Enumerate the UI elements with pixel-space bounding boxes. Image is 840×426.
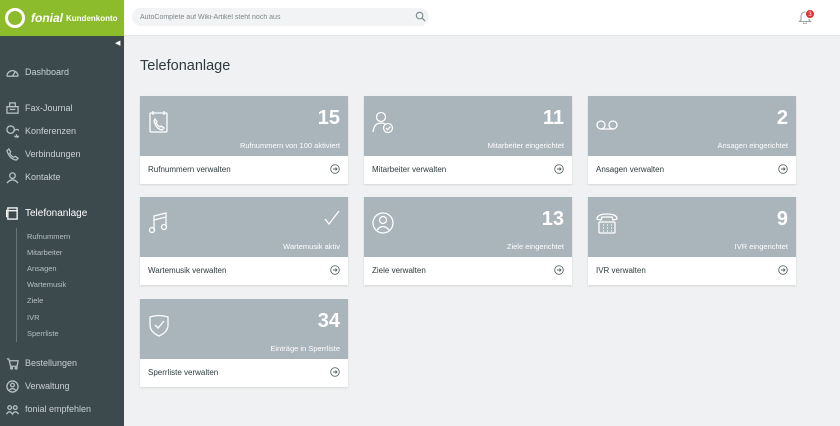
rufnummern-verwalten-link[interactable]: Rufnummern verwalten xyxy=(148,165,231,174)
ziele-verwalten-link[interactable]: Ziele verwalten xyxy=(372,266,426,275)
search-icon[interactable] xyxy=(415,11,426,22)
subnav-item-rufnummern[interactable]: Rufnummern xyxy=(27,232,70,241)
arrow-circle-right-icon[interactable] xyxy=(330,367,340,377)
sidebar-item-verbindungen[interactable]: Verbindungen xyxy=(0,144,124,164)
card-description: Rufnummern von 100 aktiviert xyxy=(239,141,340,150)
card-header: 34 Einträge in Sperrliste xyxy=(140,299,348,359)
subnav-item-ziele[interactable]: Ziele xyxy=(27,296,43,305)
sidebar-item-label: Fax-Journal xyxy=(25,103,73,113)
sidebar-item-label: Bestellungen xyxy=(25,358,78,368)
sidebar-item-konferenzen[interactable]: Konferenzen xyxy=(0,121,124,141)
arrow-circle-right-icon[interactable] xyxy=(554,164,564,174)
fax-icon xyxy=(6,101,19,115)
sperrliste-verwalten-link[interactable]: Sperrliste verwalten xyxy=(148,368,218,377)
logo[interactable]: fonial Kundenkonto xyxy=(0,0,124,36)
sidebar-item-label: Verwaltung xyxy=(25,381,70,391)
dashboard-gauge-icon xyxy=(6,66,19,79)
card-count: 2 xyxy=(776,107,788,129)
subnav-item-ansagen[interactable]: Ansagen xyxy=(27,264,57,273)
sidebar-item-label: Dashboard xyxy=(25,67,70,77)
card-ivr: 9 IVR eingerichtet IVR verwalten xyxy=(588,197,796,285)
sidebar-item-kontakte[interactable]: Kontakte xyxy=(0,167,124,187)
arrow-circle-right-icon[interactable] xyxy=(778,164,788,174)
subnav-item-mitarbeiter[interactable]: Mitarbeiter xyxy=(27,248,62,257)
card-description: Mitarbeiter eingerichtet xyxy=(487,141,564,150)
user-circle-icon xyxy=(6,379,19,393)
card-header: 15 Rufnummern von 100 aktiviert xyxy=(140,96,348,156)
music-note-icon xyxy=(148,211,170,235)
card-header: 11 Mitarbeiter eingerichtet xyxy=(364,96,572,156)
header: 3 xyxy=(124,0,840,36)
wartemusik-verwalten-link[interactable]: Wartemusik verwalten xyxy=(148,266,226,275)
subnav-item-ivr[interactable]: IVR xyxy=(27,313,40,322)
ivr-verwalten-link[interactable]: IVR verwalten xyxy=(596,266,646,275)
voicemail-icon xyxy=(596,110,618,134)
search-input[interactable] xyxy=(132,8,429,26)
desk-phone-icon xyxy=(596,211,618,235)
card-header: 9 IVR eingerichtet xyxy=(588,197,796,257)
card-ziele: 13 Ziele eingerichtet Ziele verwalten xyxy=(364,197,572,285)
user-check-icon xyxy=(372,110,394,134)
sidebar-item-label: Verbindungen xyxy=(25,149,81,159)
logo-sub: Kundenkonto xyxy=(66,13,118,23)
page-title: Telefonanlage xyxy=(140,58,231,74)
card-description: Einträge in Sperrliste xyxy=(270,344,340,353)
card-sperrliste: 34 Einträge in Sperrliste Sperrliste ver… xyxy=(140,299,348,387)
telefonanlage-subnav: Rufnummern Mitarbeiter Ansagen Wartemusi… xyxy=(16,228,124,342)
card-ansagen: 2 Ansagen eingerichtet Ansagen verwalten xyxy=(588,96,796,184)
sidebar-item-fax-journal[interactable]: Fax-Journal xyxy=(0,98,124,118)
sidebar-item-label: fonial empfehlen xyxy=(25,404,92,414)
cart-icon xyxy=(6,357,19,370)
card-count: 13 xyxy=(541,208,564,230)
arrow-circle-right-icon[interactable] xyxy=(330,164,340,174)
card-header: 2 Ansagen eingerichtet xyxy=(588,96,796,156)
card-description: Wartemusik aktiv xyxy=(283,242,340,251)
card-rufnummern: 15 Rufnummern von 100 aktiviert Rufnumme… xyxy=(140,96,348,184)
sidebar-item-label: Konferenzen xyxy=(25,126,77,136)
people-icon xyxy=(6,403,19,416)
sidebar-item-bestellungen[interactable]: Bestellungen xyxy=(0,353,124,373)
phonebook-icon xyxy=(148,110,170,134)
phone-icon xyxy=(6,147,19,161)
card-count: 11 xyxy=(542,107,564,129)
logo-brand: fonial xyxy=(31,11,63,25)
sidebar-item-label: Kontakte xyxy=(25,172,61,182)
chat-bubbles-icon xyxy=(6,124,19,138)
subnav-item-wartemusik[interactable]: Wartemusik xyxy=(27,280,66,289)
arrow-circle-right-icon[interactable] xyxy=(330,265,340,275)
sidebar-item-telefonanlage[interactable]: Telefonanlage xyxy=(0,203,124,223)
collapse-sidebar-icon[interactable]: ◀ xyxy=(115,39,120,47)
arrow-circle-right-icon[interactable] xyxy=(778,265,788,275)
card-count: 34 xyxy=(317,310,340,332)
sidebar: fonial Kundenkonto ◀ Dashboard Fax-Journ… xyxy=(0,0,124,426)
logo-ring-icon xyxy=(5,8,25,28)
sidebar-item-label: Telefonanlage xyxy=(25,207,88,219)
sidebar-item-dashboard[interactable]: Dashboard xyxy=(0,62,124,82)
ansagen-verwalten-link[interactable]: Ansagen verwalten xyxy=(596,165,664,174)
card-description: IVR eingerichtet xyxy=(734,242,788,251)
card-count: 9 xyxy=(776,208,788,230)
card-count: 15 xyxy=(317,107,340,129)
contacts-icon xyxy=(6,171,19,184)
card-header: 13 Ziele eingerichtet xyxy=(364,197,572,257)
subnav-item-sperrliste[interactable]: Sperrliste xyxy=(27,329,59,338)
pbx-icon xyxy=(6,206,19,220)
shield-check-icon xyxy=(148,313,170,337)
card-description: Ziele eingerichtet xyxy=(506,242,564,251)
notification-badge[interactable]: 3 xyxy=(805,9,815,19)
user-circle-icon xyxy=(372,211,394,235)
sidebar-item-verwaltung[interactable]: Verwaltung xyxy=(0,376,124,396)
mitarbeiter-verwalten-link[interactable]: Mitarbeiter verwalten xyxy=(372,165,446,174)
card-mitarbeiter: 11 Mitarbeiter eingerichtet Mitarbeiter … xyxy=(364,96,572,184)
check-icon xyxy=(324,210,340,226)
arrow-circle-right-icon[interactable] xyxy=(554,265,564,275)
card-description: Ansagen eingerichtet xyxy=(717,141,788,150)
card-wartemusik: Wartemusik aktiv Wartemusik verwalten xyxy=(140,197,348,285)
sidebar-item-fonial-empfehlen[interactable]: fonial empfehlen xyxy=(0,399,124,419)
card-header: Wartemusik aktiv xyxy=(140,197,348,257)
